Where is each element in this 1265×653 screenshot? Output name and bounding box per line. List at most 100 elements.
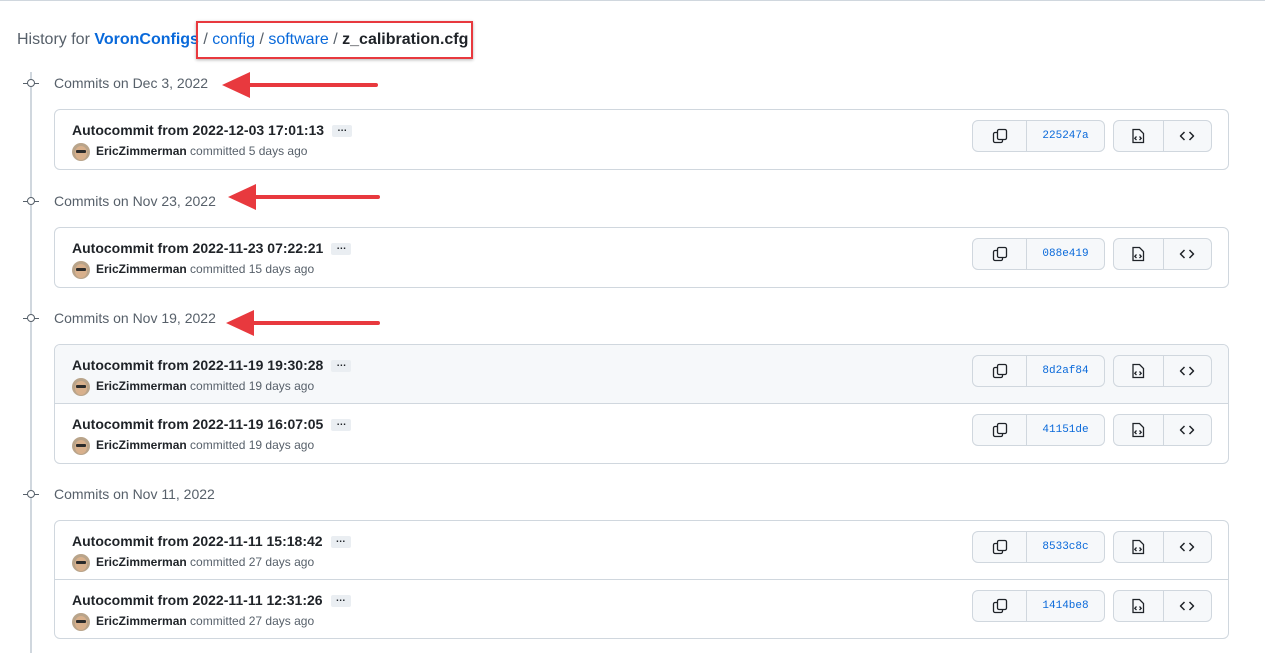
code-icon — [1180, 131, 1195, 141]
red-arrow-annotation — [226, 310, 380, 336]
red-arrow-annotation — [228, 184, 380, 210]
timeline-line — [30, 72, 32, 653]
repo-link[interactable]: VoronConfigs — [94, 31, 199, 48]
browse-repo-button[interactable] — [1162, 121, 1212, 151]
browse-button-group — [1113, 238, 1212, 270]
view-file-button[interactable] — [1114, 591, 1163, 621]
author-name[interactable]: EricZimmerman — [96, 379, 187, 393]
commit-row[interactable]: Autocommit from 2022-11-11 15:18:42 … Eri… — [55, 521, 1228, 579]
commit-message[interactable]: Autocommit from 2022-11-19 19:30:28 — [72, 357, 323, 373]
commit-row[interactable]: Autocommit from 2022-11-19 16:07:05 … Eri… — [55, 403, 1228, 462]
commit-meta: committed 27 days ago — [190, 555, 315, 570]
expand-ellipsis-button[interactable]: … — [331, 242, 352, 256]
copy-icon — [992, 598, 1007, 614]
view-file-button[interactable] — [1114, 356, 1163, 386]
commit-sha-link[interactable]: 088e419 — [1026, 239, 1104, 269]
file-code-icon — [1132, 422, 1145, 438]
browse-button-group — [1113, 531, 1212, 563]
avatar[interactable] — [72, 261, 90, 279]
group-title: Commits on Dec 3, 2022 — [54, 75, 209, 91]
top-border — [0, 0, 1265, 1]
sha-button-group: 41151de — [972, 414, 1105, 446]
expand-ellipsis-button[interactable]: … — [330, 535, 351, 549]
history-prefix: History for — [17, 31, 90, 48]
copy-icon — [992, 539, 1007, 555]
browse-repo-button[interactable] — [1162, 415, 1212, 445]
copy-sha-button[interactable] — [973, 532, 1026, 562]
commit-message[interactable]: Autocommit from 2022-11-11 15:18:42 — [72, 533, 323, 549]
commit-row[interactable]: Autocommit from 2022-11-19 19:30:28 … Eri… — [55, 345, 1228, 403]
commit-group-box: Autocommit from 2022-12-03 17:01:13 … Eri… — [54, 109, 1229, 170]
group-title: Commits on Nov 11, 2022 — [54, 486, 215, 502]
annotation-highlight-box — [196, 21, 473, 59]
avatar[interactable] — [72, 143, 90, 161]
view-file-button[interactable] — [1114, 121, 1163, 151]
sha-button-group: 225247a — [972, 120, 1105, 152]
commit-row[interactable]: Autocommit from 2022-11-23 07:22:21 … Eri… — [55, 228, 1228, 286]
commit-row[interactable]: Autocommit from 2022-11-11 12:31:26 … Eri… — [55, 579, 1228, 638]
browse-button-group — [1113, 120, 1212, 152]
copy-icon — [992, 363, 1007, 379]
author-name[interactable]: EricZimmerman — [96, 438, 187, 452]
copy-sha-button[interactable] — [973, 591, 1026, 621]
browse-button-group — [1113, 355, 1212, 387]
code-icon — [1180, 425, 1195, 435]
expand-ellipsis-button[interactable]: … — [332, 124, 353, 138]
expand-ellipsis-button[interactable]: … — [330, 594, 351, 608]
code-icon — [1180, 366, 1195, 376]
browse-repo-button[interactable] — [1162, 532, 1212, 562]
browse-button-group — [1113, 590, 1212, 622]
avatar[interactable] — [72, 378, 90, 396]
commit-meta: committed 15 days ago — [190, 262, 315, 277]
commit-sha-link[interactable]: 1414be8 — [1026, 591, 1104, 621]
code-icon — [1180, 601, 1195, 611]
commit-meta: committed 19 days ago — [190, 438, 315, 453]
file-code-icon — [1132, 598, 1145, 614]
commit-message[interactable]: Autocommit from 2022-11-23 07:22:21 — [72, 240, 323, 256]
file-code-icon — [1132, 128, 1145, 144]
code-icon — [1180, 249, 1195, 259]
copy-sha-button[interactable] — [973, 121, 1026, 151]
copy-icon — [992, 422, 1007, 438]
file-code-icon — [1132, 246, 1145, 262]
avatar[interactable] — [72, 613, 90, 631]
commit-meta: committed 5 days ago — [190, 144, 308, 159]
view-file-button[interactable] — [1114, 532, 1163, 562]
commit-group-box: Autocommit from 2022-11-11 15:18:42 … Eri… — [54, 520, 1229, 639]
file-code-icon — [1132, 539, 1145, 555]
commit-sha-link[interactable]: 41151de — [1026, 415, 1104, 445]
copy-icon — [992, 246, 1007, 262]
commit-message[interactable]: Autocommit from 2022-12-03 17:01:13 — [72, 122, 324, 138]
author-name[interactable]: EricZimmerman — [96, 614, 187, 628]
browse-repo-button[interactable] — [1162, 356, 1212, 386]
sha-button-group: 8d2af84 — [972, 355, 1105, 387]
git-commit-icon — [23, 311, 39, 325]
commit-group-box: Autocommit from 2022-11-19 19:30:28 … Eri… — [54, 344, 1229, 464]
red-arrow-annotation — [222, 72, 378, 98]
author-name[interactable]: EricZimmerman — [96, 144, 187, 158]
commit-message[interactable]: Autocommit from 2022-11-11 12:31:26 — [72, 592, 323, 608]
group-title: Commits on Nov 19, 2022 — [54, 310, 216, 326]
commit-sha-link[interactable]: 8533c8c — [1026, 532, 1104, 562]
commit-meta: committed 19 days ago — [190, 379, 315, 394]
group-title: Commits on Nov 23, 2022 — [54, 193, 216, 209]
expand-ellipsis-button[interactable]: … — [331, 359, 352, 373]
copy-sha-button[interactable] — [973, 356, 1026, 386]
author-name[interactable]: EricZimmerman — [96, 555, 187, 569]
copy-sha-button[interactable] — [973, 415, 1026, 445]
view-file-button[interactable] — [1114, 415, 1163, 445]
commit-sha-link[interactable]: 225247a — [1026, 121, 1104, 151]
browse-repo-button[interactable] — [1162, 239, 1212, 269]
commit-row[interactable]: Autocommit from 2022-12-03 17:01:13 … Eri… — [55, 110, 1228, 168]
author-name[interactable]: EricZimmerman — [96, 262, 187, 276]
commit-sha-link[interactable]: 8d2af84 — [1026, 356, 1104, 386]
commit-message[interactable]: Autocommit from 2022-11-19 16:07:05 — [72, 416, 323, 432]
browse-repo-button[interactable] — [1162, 591, 1212, 621]
copy-icon — [992, 128, 1007, 144]
avatar[interactable] — [72, 437, 90, 455]
expand-ellipsis-button[interactable]: … — [331, 418, 352, 432]
copy-sha-button[interactable] — [973, 239, 1026, 269]
git-commit-icon — [23, 487, 39, 501]
avatar[interactable] — [72, 554, 90, 572]
view-file-button[interactable] — [1114, 239, 1163, 269]
